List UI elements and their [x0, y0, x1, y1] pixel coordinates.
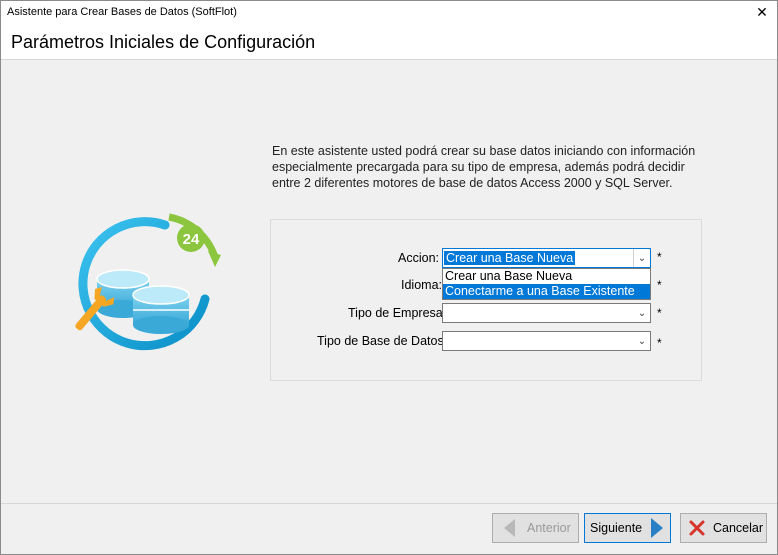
arrow-left-icon: [504, 519, 515, 537]
wizard-description: En este asistente usted podrá crear su b…: [272, 144, 696, 190]
tipo-base-datos-combo[interactable]: ⌄: [442, 331, 651, 351]
chevron-down-icon[interactable]: ⌄: [633, 249, 650, 267]
cancel-button-label: Cancelar: [713, 521, 764, 535]
close-button[interactable]: ✕: [747, 1, 777, 23]
next-button[interactable]: Siguiente: [584, 513, 671, 543]
back-button[interactable]: Anterior: [492, 513, 579, 543]
idioma-label: Idioma:: [401, 278, 442, 292]
close-icon: [689, 520, 705, 536]
back-button-label: Anterior: [527, 521, 571, 535]
wizard-header: Parámetros Iniciales de Configuración: [1, 23, 777, 60]
cancel-button[interactable]: Cancelar: [680, 513, 767, 543]
accion-label: Accion:: [398, 251, 439, 265]
required-mark: *: [657, 306, 662, 320]
accion-value: Crear una Base Nueva: [444, 251, 576, 265]
config-panel: [270, 219, 702, 381]
wizard-window: Asistente para Crear Bases de Datos (Sof…: [0, 0, 778, 555]
option-conectar-base[interactable]: Conectarme a una Base Existente: [443, 284, 650, 299]
tipo-base-datos-label: Tipo de Base de Datos:: [317, 334, 448, 348]
required-mark: *: [657, 336, 662, 350]
accion-dropdown-list[interactable]: Crear una Base Nueva Conectarme a una Ba…: [442, 268, 651, 300]
chevron-down-icon[interactable]: ⌄: [634, 304, 650, 322]
title-bar[interactable]: Asistente para Crear Bases de Datos (Sof…: [1, 1, 777, 23]
required-mark: *: [657, 278, 662, 292]
tipo-empresa-label: Tipo de Empresa:: [348, 306, 447, 320]
required-mark: *: [657, 250, 662, 264]
next-button-label: Siguiente: [590, 521, 643, 535]
database-wrench-icon: 24: [75, 213, 221, 351]
option-crear-base[interactable]: Crear una Base Nueva: [443, 269, 650, 284]
window-title: Asistente para Crear Bases de Datos (Sof…: [7, 6, 237, 18]
arrow-right-icon: [651, 518, 663, 538]
chevron-down-icon[interactable]: ⌄: [634, 332, 650, 350]
close-icon: ✕: [756, 3, 768, 20]
page-title: Parámetros Iniciales de Configuración: [11, 32, 316, 52]
accion-combo[interactable]: Crear una Base Nueva ⌄: [442, 248, 651, 268]
footer-divider: [1, 503, 777, 504]
tipo-empresa-combo[interactable]: ⌄: [442, 303, 651, 323]
badge-number: 24: [183, 231, 200, 248]
